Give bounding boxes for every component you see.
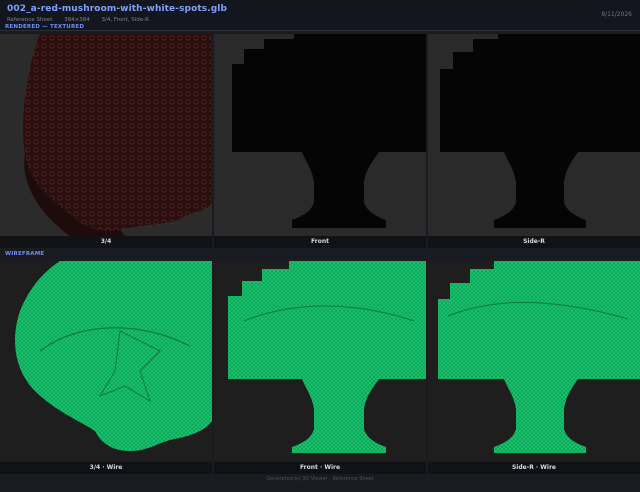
caption-rendered-side-r: Side-R <box>428 236 640 248</box>
rendered-section-label: RENDERED — TEXTURED <box>5 24 85 30</box>
header-date: 8/11/2026 <box>601 11 632 18</box>
footer-text: Generated by 3D Viewer · Reference Sheet <box>266 476 374 482</box>
caption-rendered-front: Front <box>214 236 426 248</box>
wire-panel-3-4 <box>0 261 212 461</box>
caption-wire-side-r: Side-R · Wire <box>428 462 640 474</box>
subtitle-views: 3/4, Front, Side-R <box>101 17 149 23</box>
mushroom-front-render <box>232 34 426 228</box>
subtitle-sheet-type: Reference Sheet <box>7 17 53 23</box>
file-title: 002_a-red-mushroom-with-white-spots.glb <box>7 4 228 14</box>
mushroom-3-4-wireframe <box>15 261 212 451</box>
rendered-panel-side-r <box>428 34 640 236</box>
caption-wire-3-4: 3/4 · Wire <box>0 462 212 474</box>
subtitle-resolution: 384×384 <box>64 17 90 23</box>
file-subtitle: Reference Sheet 384×384 3/4, Front, Side… <box>7 17 159 23</box>
caption-wire-front: Front · Wire <box>214 462 426 474</box>
wire-panel-front <box>214 261 426 461</box>
mushroom-side-render <box>440 34 640 228</box>
header-bar: 002_a-red-mushroom-with-white-spots.glb … <box>0 0 640 31</box>
wire-panel-side-r <box>428 261 640 461</box>
rendered-panel-front <box>214 34 426 236</box>
mushroom-front-wireframe <box>228 261 426 453</box>
caption-rendered-3-4: 3/4 <box>0 236 212 248</box>
rendered-panel-3-4 <box>0 34 212 236</box>
mushroom-side-wireframe <box>438 261 640 453</box>
mushroom-cap-3-4-render <box>23 34 212 236</box>
wireframe-section-label: WIREFRAME <box>5 251 45 257</box>
